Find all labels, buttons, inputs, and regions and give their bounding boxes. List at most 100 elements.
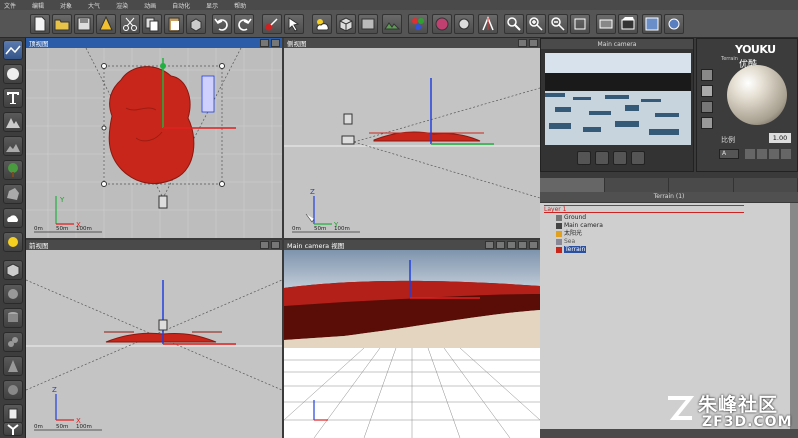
viewport-nav-icon[interactable] bbox=[496, 241, 505, 249]
text-icon[interactable] bbox=[3, 88, 23, 108]
tab-layers[interactable] bbox=[669, 178, 734, 192]
viewport-front-header: 前视图 bbox=[26, 240, 282, 250]
material-option-icon[interactable] bbox=[757, 149, 767, 159]
side-view-scene: Z Y 0m 50m 100m bbox=[284, 48, 540, 238]
tree-row-layer[interactable]: Layer 1 bbox=[544, 205, 744, 213]
material-option-icon[interactable] bbox=[769, 149, 779, 159]
menu-file[interactable]: 文件 bbox=[4, 1, 16, 10]
tab-links[interactable] bbox=[734, 178, 798, 192]
animation-icon[interactable] bbox=[618, 14, 638, 34]
viewport-menu-icon[interactable] bbox=[518, 39, 527, 47]
plane-primitive-icon[interactable] bbox=[3, 380, 23, 400]
menu-automation[interactable]: 自动化 bbox=[172, 1, 190, 10]
cube-icon[interactable] bbox=[336, 14, 356, 34]
scene-info-icon[interactable] bbox=[96, 14, 116, 34]
tab-materials[interactable] bbox=[605, 178, 669, 192]
material-sphere-preview[interactable] bbox=[727, 65, 787, 125]
render-icon[interactable] bbox=[432, 14, 452, 34]
copy-icon[interactable] bbox=[142, 14, 162, 34]
menu-objects[interactable]: 对象 bbox=[60, 1, 72, 10]
material-swatch[interactable] bbox=[701, 101, 713, 113]
scale-input[interactable]: 1.00 bbox=[769, 133, 791, 143]
camera-fit-icon[interactable] bbox=[595, 151, 609, 165]
redo-icon[interactable] bbox=[234, 14, 254, 34]
cylinder-primitive-icon[interactable] bbox=[3, 308, 23, 328]
viewport-menu-icon[interactable] bbox=[260, 39, 269, 47]
light-icon[interactable] bbox=[454, 14, 474, 34]
viewport-menu-icon[interactable] bbox=[260, 241, 269, 249]
rock-icon[interactable] bbox=[3, 184, 23, 204]
save-icon[interactable] bbox=[74, 14, 94, 34]
viewport-side[interactable]: 侧视图 Z Y 0m 50m 100m bbox=[284, 38, 540, 238]
fan-icon[interactable] bbox=[3, 422, 23, 436]
material-option-icon[interactable] bbox=[745, 149, 755, 159]
front-scale-50: 50m bbox=[56, 424, 68, 430]
terrain-icon[interactable] bbox=[3, 136, 23, 156]
menu-atmosphere[interactable]: 大气 bbox=[88, 1, 100, 10]
tree-row-terrain[interactable]: Terrain bbox=[556, 246, 587, 254]
tree-row-sun[interactable]: 太阳光 bbox=[556, 230, 582, 238]
tree-row-ground[interactable]: Ground bbox=[556, 214, 586, 222]
cone-primitive-icon[interactable] bbox=[3, 356, 23, 376]
camera-orbit-icon[interactable] bbox=[613, 151, 627, 165]
tree-row-sea[interactable]: Sea bbox=[556, 238, 575, 246]
zoom-icon[interactable] bbox=[504, 14, 524, 34]
viewport-front[interactable]: 前视图 Z X 0m 50m 100m bbox=[26, 240, 282, 438]
viewport-top[interactable]: 顶视图 Y X 0m 50m 100m bbox=[26, 38, 282, 238]
preview-icon[interactable] bbox=[664, 14, 684, 34]
material-swatch[interactable] bbox=[701, 85, 713, 97]
viewport-menu-icon[interactable] bbox=[518, 241, 527, 249]
undo-icon[interactable] bbox=[212, 14, 232, 34]
material-swatch[interactable] bbox=[701, 117, 713, 129]
sphere-icon[interactable] bbox=[3, 64, 23, 84]
camera-preview[interactable] bbox=[545, 53, 691, 145]
cut-icon[interactable] bbox=[120, 14, 140, 34]
camera-tools-icon[interactable] bbox=[478, 14, 498, 34]
mountain-icon[interactable] bbox=[3, 112, 23, 132]
menu-animation[interactable]: 动画 bbox=[144, 1, 156, 10]
camera-play-icon[interactable] bbox=[631, 151, 645, 165]
box-primitive-icon[interactable] bbox=[3, 260, 23, 280]
ground-icon bbox=[556, 214, 562, 221]
tree-row-camera[interactable]: Main camera bbox=[556, 222, 603, 230]
front-axis-z-label: Z bbox=[52, 386, 57, 394]
camera-panel-icon[interactable] bbox=[3, 40, 23, 60]
menu-edit[interactable]: 编辑 bbox=[32, 1, 44, 10]
sky-icon[interactable] bbox=[312, 14, 332, 34]
right-panel: Main camera YOUKU 优酷 Terrain 比例 1.00 A T… bbox=[540, 38, 798, 438]
zoom-fit-icon[interactable] bbox=[570, 14, 590, 34]
material-dropdown[interactable]: A bbox=[719, 149, 739, 159]
material-editor-icon[interactable] bbox=[408, 14, 428, 34]
terrain-editor-icon[interactable] bbox=[382, 14, 402, 34]
select-arrow-icon[interactable] bbox=[284, 14, 304, 34]
menu-display[interactable]: 显示 bbox=[206, 1, 218, 10]
camera-pan-icon[interactable] bbox=[577, 151, 591, 165]
viewport-camera[interactable]: Main camera 视图 bbox=[284, 240, 540, 438]
new-file-icon[interactable] bbox=[30, 14, 50, 34]
material-option-icon[interactable] bbox=[781, 149, 791, 159]
viewport-maximize-icon[interactable] bbox=[529, 241, 538, 249]
torus-primitive-icon[interactable] bbox=[3, 332, 23, 352]
display-options-icon[interactable] bbox=[642, 14, 662, 34]
plant-icon[interactable] bbox=[3, 160, 23, 180]
zoom-in-icon[interactable] bbox=[526, 14, 546, 34]
link-object-icon[interactable] bbox=[262, 14, 282, 34]
paste-icon[interactable] bbox=[164, 14, 184, 34]
menu-help[interactable]: 帮助 bbox=[234, 1, 246, 10]
cloud-icon[interactable] bbox=[3, 208, 23, 228]
viewport-nav-icon[interactable] bbox=[507, 241, 516, 249]
image-icon[interactable] bbox=[596, 14, 616, 34]
menu-render[interactable]: 渲染 bbox=[116, 1, 128, 10]
tab-objects[interactable] bbox=[540, 178, 605, 192]
duplicate-icon[interactable] bbox=[186, 14, 206, 34]
viewport-nav-icon[interactable] bbox=[485, 241, 494, 249]
open-folder-icon[interactable] bbox=[52, 14, 72, 34]
objects-icon[interactable] bbox=[358, 14, 378, 34]
viewport-maximize-icon[interactable] bbox=[529, 39, 538, 47]
viewport-maximize-icon[interactable] bbox=[271, 39, 280, 47]
zoom-out-icon[interactable] bbox=[548, 14, 568, 34]
sphere-primitive-icon[interactable] bbox=[3, 284, 23, 304]
sun-light-icon[interactable] bbox=[3, 232, 23, 252]
material-swatch[interactable] bbox=[701, 69, 713, 81]
viewport-maximize-icon[interactable] bbox=[271, 241, 280, 249]
